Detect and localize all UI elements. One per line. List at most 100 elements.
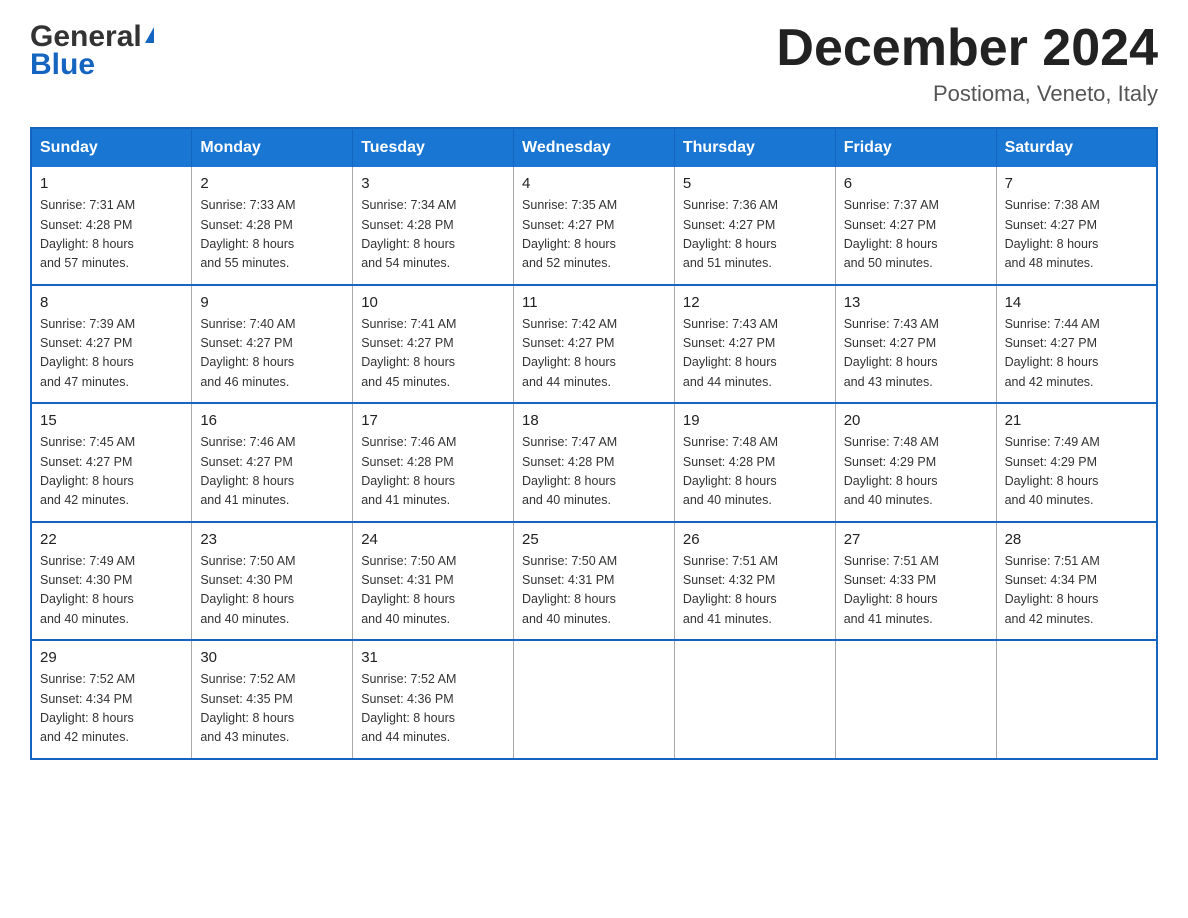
day-info: Sunrise: 7:50 AMSunset: 4:30 PMDaylight:… <box>200 552 344 630</box>
calendar-cell: 18 Sunrise: 7:47 AMSunset: 4:28 PMDayligh… <box>514 403 675 522</box>
day-number: 8 <box>40 294 183 311</box>
calendar-week-row: 22 Sunrise: 7:49 AMSunset: 4:30 PMDayligh… <box>31 522 1157 641</box>
column-header-thursday: Thursday <box>674 128 835 167</box>
calendar-cell: 30 Sunrise: 7:52 AMSunset: 4:35 PMDayligh… <box>192 640 353 759</box>
day-number: 31 <box>361 649 505 666</box>
day-number: 28 <box>1005 531 1148 548</box>
month-year-title: December 2024 <box>776 20 1158 77</box>
calendar-cell: 21 Sunrise: 7:49 AMSunset: 4:29 PMDayligh… <box>996 403 1157 522</box>
day-info: Sunrise: 7:36 AMSunset: 4:27 PMDaylight:… <box>683 196 827 274</box>
day-info: Sunrise: 7:44 AMSunset: 4:27 PMDaylight:… <box>1005 315 1148 393</box>
calendar-week-row: 8 Sunrise: 7:39 AMSunset: 4:27 PMDaylight… <box>31 285 1157 404</box>
column-header-wednesday: Wednesday <box>514 128 675 167</box>
day-info: Sunrise: 7:41 AMSunset: 4:27 PMDaylight:… <box>361 315 505 393</box>
day-number: 2 <box>200 175 344 192</box>
day-info: Sunrise: 7:50 AMSunset: 4:31 PMDaylight:… <box>522 552 666 630</box>
day-info: Sunrise: 7:52 AMSunset: 4:35 PMDaylight:… <box>200 670 344 748</box>
calendar-header-row: SundayMondayTuesdayWednesdayThursdayFrid… <box>31 128 1157 167</box>
calendar-cell: 3 Sunrise: 7:34 AMSunset: 4:28 PMDaylight… <box>353 167 514 285</box>
day-info: Sunrise: 7:43 AMSunset: 4:27 PMDaylight:… <box>683 315 827 393</box>
day-number: 12 <box>683 294 827 311</box>
day-number: 24 <box>361 531 505 548</box>
day-number: 13 <box>844 294 988 311</box>
calendar-cell <box>514 640 675 759</box>
calendar-cell: 12 Sunrise: 7:43 AMSunset: 4:27 PMDayligh… <box>674 285 835 404</box>
calendar-cell <box>674 640 835 759</box>
calendar-table: SundayMondayTuesdayWednesdayThursdayFrid… <box>30 127 1158 760</box>
calendar-cell: 27Sunrise: 7:51 AMSunset: 4:33 PMDayligh… <box>835 522 996 641</box>
day-number: 25 <box>522 531 666 548</box>
day-info: Sunrise: 7:50 AMSunset: 4:31 PMDaylight:… <box>361 552 505 630</box>
day-info: Sunrise: 7:48 AMSunset: 4:28 PMDaylight:… <box>683 433 827 511</box>
day-number: 6 <box>844 175 988 192</box>
day-number: 22 <box>40 531 183 548</box>
calendar-cell: 19 Sunrise: 7:48 AMSunset: 4:28 PMDayligh… <box>674 403 835 522</box>
calendar-cell: 31 Sunrise: 7:52 AMSunset: 4:36 PMDayligh… <box>353 640 514 759</box>
calendar-cell: 22 Sunrise: 7:49 AMSunset: 4:30 PMDayligh… <box>31 522 192 641</box>
calendar-cell: 8 Sunrise: 7:39 AMSunset: 4:27 PMDaylight… <box>31 285 192 404</box>
day-info: Sunrise: 7:49 AMSunset: 4:30 PMDaylight:… <box>40 552 183 630</box>
day-number: 23 <box>200 531 344 548</box>
day-info: Sunrise: 7:34 AMSunset: 4:28 PMDaylight:… <box>361 196 505 274</box>
day-info: Sunrise: 7:46 AMSunset: 4:27 PMDaylight:… <box>200 433 344 511</box>
day-number: 19 <box>683 412 827 429</box>
calendar-cell: 2 Sunrise: 7:33 AMSunset: 4:28 PMDaylight… <box>192 167 353 285</box>
day-info: Sunrise: 7:38 AMSunset: 4:27 PMDaylight:… <box>1005 196 1148 274</box>
day-info: Sunrise: 7:39 AMSunset: 4:27 PMDaylight:… <box>40 315 183 393</box>
calendar-cell: 11 Sunrise: 7:42 AMSunset: 4:27 PMDayligh… <box>514 285 675 404</box>
calendar-week-row: 15Sunrise: 7:45 AMSunset: 4:27 PMDayligh… <box>31 403 1157 522</box>
calendar-cell: 28Sunrise: 7:51 AMSunset: 4:34 PMDayligh… <box>996 522 1157 641</box>
day-number: 21 <box>1005 412 1148 429</box>
column-header-sunday: Sunday <box>31 128 192 167</box>
day-number: 16 <box>200 412 344 429</box>
day-info: Sunrise: 7:47 AMSunset: 4:28 PMDaylight:… <box>522 433 666 511</box>
calendar-cell: 10 Sunrise: 7:41 AMSunset: 4:27 PMDayligh… <box>353 285 514 404</box>
column-header-tuesday: Tuesday <box>353 128 514 167</box>
day-info: Sunrise: 7:33 AMSunset: 4:28 PMDaylight:… <box>200 196 344 274</box>
day-number: 18 <box>522 412 666 429</box>
day-info: Sunrise: 7:52 AMSunset: 4:34 PMDaylight:… <box>40 670 183 748</box>
logo-blue-text: Blue <box>30 48 95 82</box>
title-block: December 2024 Postioma, Veneto, Italy <box>776 20 1158 107</box>
day-info: Sunrise: 7:49 AMSunset: 4:29 PMDaylight:… <box>1005 433 1148 511</box>
day-info: Sunrise: 7:46 AMSunset: 4:28 PMDaylight:… <box>361 433 505 511</box>
column-header-saturday: Saturday <box>996 128 1157 167</box>
calendar-cell: 15Sunrise: 7:45 AMSunset: 4:27 PMDayligh… <box>31 403 192 522</box>
day-number: 15 <box>40 412 183 429</box>
calendar-cell: 26Sunrise: 7:51 AMSunset: 4:32 PMDayligh… <box>674 522 835 641</box>
day-number: 4 <box>522 175 666 192</box>
calendar-cell: 1 Sunrise: 7:31 AMSunset: 4:28 PMDaylight… <box>31 167 192 285</box>
day-info: Sunrise: 7:40 AMSunset: 4:27 PMDaylight:… <box>200 315 344 393</box>
day-number: 17 <box>361 412 505 429</box>
calendar-cell: 24 Sunrise: 7:50 AMSunset: 4:31 PMDayligh… <box>353 522 514 641</box>
day-number: 3 <box>361 175 505 192</box>
calendar-cell: 7 Sunrise: 7:38 AMSunset: 4:27 PMDaylight… <box>996 167 1157 285</box>
day-info: Sunrise: 7:42 AMSunset: 4:27 PMDaylight:… <box>522 315 666 393</box>
day-info: Sunrise: 7:43 AMSunset: 4:27 PMDaylight:… <box>844 315 988 393</box>
day-number: 7 <box>1005 175 1148 192</box>
day-number: 20 <box>844 412 988 429</box>
calendar-cell: 16 Sunrise: 7:46 AMSunset: 4:27 PMDayligh… <box>192 403 353 522</box>
calendar-week-row: 29Sunrise: 7:52 AMSunset: 4:34 PMDayligh… <box>31 640 1157 759</box>
day-info: Sunrise: 7:35 AMSunset: 4:27 PMDaylight:… <box>522 196 666 274</box>
day-info: Sunrise: 7:37 AMSunset: 4:27 PMDaylight:… <box>844 196 988 274</box>
calendar-cell: 6 Sunrise: 7:37 AMSunset: 4:27 PMDaylight… <box>835 167 996 285</box>
day-info: Sunrise: 7:51 AMSunset: 4:32 PMDaylight:… <box>683 552 827 630</box>
calendar-cell: 17 Sunrise: 7:46 AMSunset: 4:28 PMDayligh… <box>353 403 514 522</box>
calendar-cell: 9 Sunrise: 7:40 AMSunset: 4:27 PMDaylight… <box>192 285 353 404</box>
day-number: 14 <box>1005 294 1148 311</box>
day-number: 5 <box>683 175 827 192</box>
location-subtitle: Postioma, Veneto, Italy <box>776 81 1158 107</box>
day-info: Sunrise: 7:52 AMSunset: 4:36 PMDaylight:… <box>361 670 505 748</box>
logo: General Blue <box>30 20 154 82</box>
day-number: 11 <box>522 294 666 311</box>
day-info: Sunrise: 7:31 AMSunset: 4:28 PMDaylight:… <box>40 196 183 274</box>
day-number: 1 <box>40 175 183 192</box>
column-header-monday: Monday <box>192 128 353 167</box>
calendar-week-row: 1 Sunrise: 7:31 AMSunset: 4:28 PMDaylight… <box>31 167 1157 285</box>
calendar-cell: 5 Sunrise: 7:36 AMSunset: 4:27 PMDaylight… <box>674 167 835 285</box>
day-number: 30 <box>200 649 344 666</box>
day-number: 10 <box>361 294 505 311</box>
column-header-friday: Friday <box>835 128 996 167</box>
day-number: 9 <box>200 294 344 311</box>
